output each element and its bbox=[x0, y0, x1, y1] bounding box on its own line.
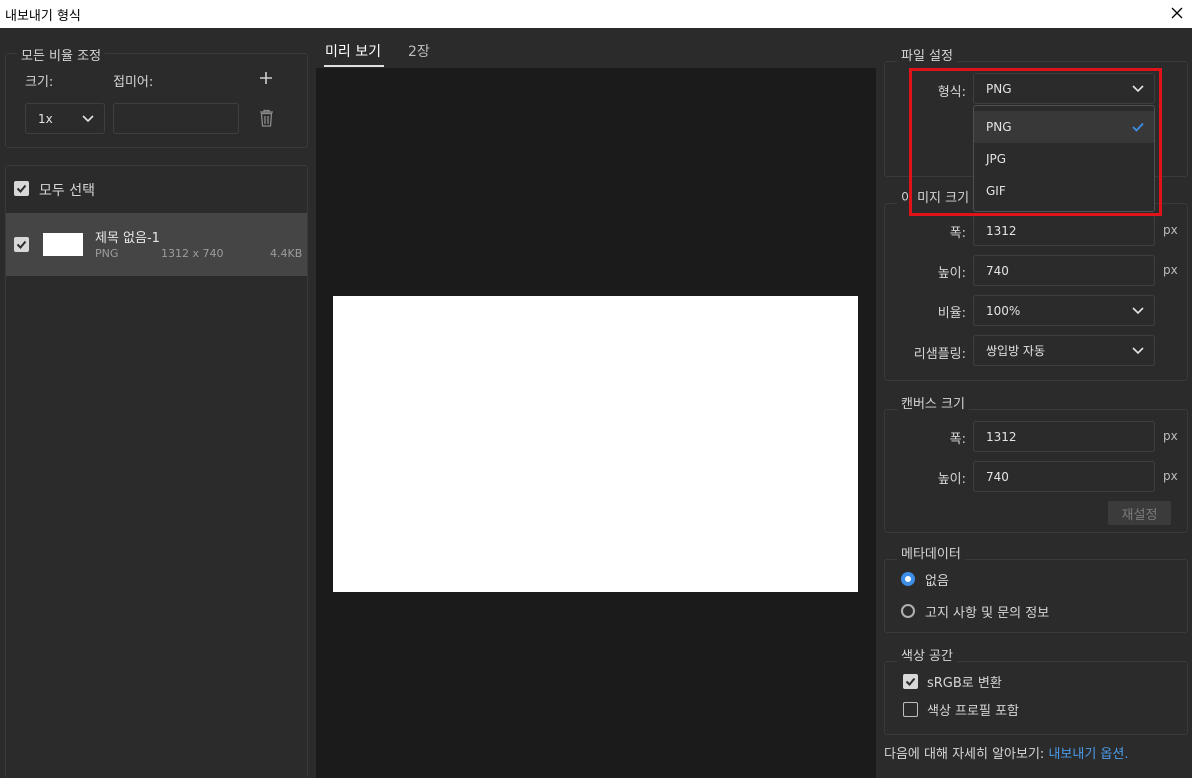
title-bar: 내보내기 형식 bbox=[0, 0, 1192, 28]
color-space-title: 색상 공간 bbox=[897, 645, 957, 664]
scale-select[interactable]: 100% bbox=[973, 295, 1155, 326]
canvas-size-title: 캔버스 크기 bbox=[897, 393, 969, 412]
canvas-width-label: 폭: bbox=[949, 432, 966, 447]
metadata-none-radio[interactable] bbox=[901, 572, 915, 586]
format-option-label: PNG bbox=[986, 120, 1012, 134]
item-name: 제목 없음-1 bbox=[95, 231, 160, 246]
image-height-label: 높이: bbox=[937, 266, 966, 281]
footer-text: 다음에 대해 자세히 알아보기: bbox=[884, 747, 1049, 762]
chevron-down-icon bbox=[1132, 306, 1144, 314]
active-tab-indicator bbox=[324, 65, 384, 67]
item-dimensions: 1312 x 740 bbox=[161, 247, 224, 260]
scale-section-title: 모든 비율 조정 bbox=[17, 45, 106, 64]
checkmark-icon bbox=[1132, 122, 1144, 132]
tab-page-2[interactable]: 2장 bbox=[408, 41, 430, 61]
canvas-height-value: 740 bbox=[986, 469, 1009, 484]
file-settings-title: 파일 설정 bbox=[897, 45, 957, 64]
image-width-unit: px bbox=[1163, 223, 1178, 237]
image-height-unit: px bbox=[1163, 263, 1178, 277]
format-label: 형식: bbox=[937, 85, 966, 100]
add-icon[interactable] bbox=[258, 70, 274, 86]
format-option-png[interactable]: PNG bbox=[974, 111, 1154, 143]
canvas-width-input[interactable]: 1312 bbox=[973, 421, 1155, 452]
format-select[interactable]: PNG bbox=[973, 73, 1155, 104]
item-format: PNG bbox=[95, 247, 119, 260]
size-select[interactable]: 1x bbox=[25, 103, 105, 134]
convert-srgb-label: sRGB로 변환 bbox=[927, 676, 1002, 691]
image-size-title: 이 미지 크기 bbox=[897, 187, 974, 206]
close-icon[interactable] bbox=[1168, 4, 1186, 22]
scale-label: 비율: bbox=[937, 306, 966, 321]
resample-select-value: 쌍입방 자동 bbox=[986, 344, 1046, 358]
chevron-down-icon bbox=[1132, 346, 1144, 354]
select-all-label: 모두 선택 bbox=[39, 183, 95, 199]
metadata-copyright-label: 고지 사항 및 문의 정보 bbox=[925, 606, 1050, 621]
suffix-label: 접미어: bbox=[113, 75, 154, 90]
embed-profile-label: 색상 프로필 포함 bbox=[927, 704, 1019, 719]
image-height-value: 740 bbox=[986, 263, 1009, 278]
image-width-input[interactable]: 1312 bbox=[973, 215, 1155, 246]
format-option-label: JPG bbox=[986, 152, 1007, 166]
resample-label: 리샘플링: bbox=[913, 347, 966, 362]
scale-select-value: 100% bbox=[986, 303, 1021, 318]
preview-panel: 미리 보기 2장 bbox=[316, 28, 876, 778]
reset-button[interactable]: 재설정 bbox=[1108, 501, 1171, 525]
resample-select[interactable]: 쌍입방 자동 bbox=[973, 335, 1155, 366]
embed-profile-checkbox[interactable] bbox=[903, 702, 918, 717]
footer-help: 다음에 대해 자세히 알아보기: 내보내기 옵션. bbox=[884, 743, 1128, 762]
canvas-width-value: 1312 bbox=[986, 429, 1017, 444]
size-select-value: 1x bbox=[38, 111, 53, 126]
format-option-gif[interactable]: GIF bbox=[974, 175, 1154, 207]
trash-icon[interactable] bbox=[259, 109, 274, 127]
item-checkbox[interactable] bbox=[14, 237, 29, 252]
image-width-label: 폭: bbox=[949, 226, 966, 241]
format-option-jpg[interactable]: JPG bbox=[974, 143, 1154, 175]
chevron-down-icon bbox=[82, 114, 94, 122]
size-label: 크기: bbox=[25, 75, 54, 90]
image-height-input[interactable]: 740 bbox=[973, 255, 1155, 286]
preview-image bbox=[333, 296, 858, 592]
item-thumbnail bbox=[43, 233, 83, 256]
format-dropdown-menu: PNG JPG GIF bbox=[973, 105, 1155, 212]
format-select-value: PNG bbox=[986, 81, 1012, 96]
canvas-width-unit: px bbox=[1163, 429, 1178, 443]
chevron-down-icon bbox=[1132, 84, 1144, 92]
canvas-height-input[interactable]: 740 bbox=[973, 461, 1155, 492]
preview-canvas bbox=[316, 68, 876, 778]
convert-srgb-checkbox[interactable] bbox=[903, 674, 918, 689]
image-width-value: 1312 bbox=[986, 223, 1017, 238]
select-all-checkbox[interactable] bbox=[14, 181, 29, 196]
metadata-title: 메타데이터 bbox=[897, 543, 965, 562]
format-option-label: GIF bbox=[986, 184, 1006, 198]
canvas-height-unit: px bbox=[1163, 469, 1178, 483]
metadata-copyright-radio[interactable] bbox=[901, 604, 915, 618]
export-options-link[interactable]: 내보내기 옵션. bbox=[1048, 747, 1128, 762]
metadata-none-label: 없음 bbox=[925, 574, 949, 589]
window-title: 내보내기 형식 bbox=[5, 9, 81, 24]
item-filesize: 4.4KB bbox=[270, 247, 303, 260]
tab-preview[interactable]: 미리 보기 bbox=[325, 41, 381, 61]
suffix-input[interactable] bbox=[113, 103, 239, 134]
canvas-height-label: 높이: bbox=[937, 472, 966, 487]
